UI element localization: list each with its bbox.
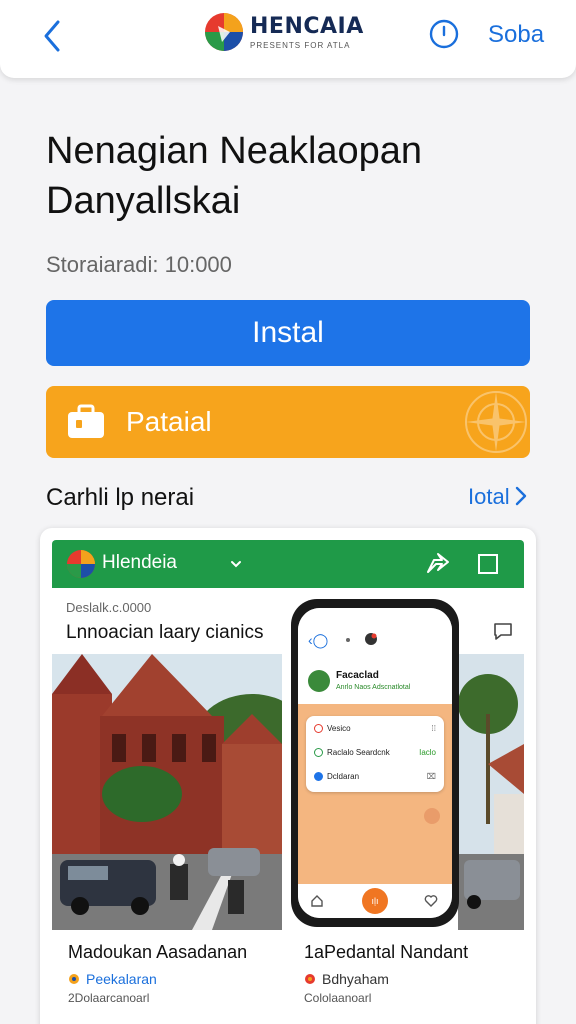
preview-title: Lnnoacian laary cianics <box>66 622 264 643</box>
badge-icon <box>69 974 79 984</box>
phone-profile: Facaclad Anrlo Naos Adscnatlotal <box>298 664 452 704</box>
install-button-label: Instal <box>252 316 324 349</box>
phone-float-icon[interactable] <box>424 808 440 824</box>
phone-menu-row[interactable]: Vesico ⁞⁞ <box>314 724 436 733</box>
chat-icon[interactable] <box>492 620 514 642</box>
power-icon[interactable] <box>428 18 460 50</box>
square-icon[interactable] <box>474 550 502 578</box>
top-app-bar: HENCAIA PRESENTS FOR ATLA Soba <box>0 0 576 78</box>
caption-badge: Peekalaran <box>86 971 157 987</box>
phone-rec-icon <box>365 633 377 645</box>
phone-mockup: ‹◯ Facaclad Anrlo Naos Adscnatlotal Vesi… <box>290 598 460 928</box>
phone-dot <box>346 638 350 642</box>
portal-button-label: Pataial <box>126 406 212 437</box>
preview-content: Deslalk.c.0000 Lnnoacian laary cianics ‹… <box>52 588 524 1024</box>
app-title: Nenagian Neaklaopan Danyallskai <box>46 130 423 222</box>
brand-tagline: PRESENTS FOR ATLA <box>250 40 351 50</box>
section-link[interactable]: Iotal <box>468 484 510 510</box>
caption-meta: Cololaanoarl <box>304 991 372 1005</box>
home-icon[interactable] <box>310 894 324 908</box>
briefcase-icon <box>68 404 104 438</box>
chevron-right-icon[interactable] <box>514 485 528 507</box>
phone-profile-name: Facaclad <box>336 670 379 681</box>
street-photo[interactable] <box>458 654 524 930</box>
caption-title: 1aPedantal Nandant <box>304 942 469 962</box>
temple-photo[interactable] <box>52 654 282 930</box>
preview-logo-icon <box>67 550 95 578</box>
phone-screen: ‹◯ Facaclad Anrlo Naos Adscnatlotal Vesi… <box>298 608 452 918</box>
back-chevron-icon[interactable] <box>38 16 72 56</box>
app-meta: Storaiaradi: 10:000 <box>46 252 232 277</box>
phone-menu: Vesico ⁞⁞ Raclalo Seardcnk Iaclo Dcldara… <box>306 716 444 792</box>
install-button[interactable]: Instal <box>46 300 530 366</box>
phone-menu-row[interactable]: Dcldaran ⌧ <box>314 772 436 781</box>
brand-logo: HENCAIA PRESENTS FOR ATLA <box>204 12 364 52</box>
brand-logo-mark-icon <box>205 13 243 51</box>
caption-meta: 2Dolaarcanoarl <box>68 991 150 1005</box>
heart-icon[interactable] <box>424 894 438 908</box>
header-link[interactable]: Soba <box>488 21 544 49</box>
badge-icon <box>305 974 315 984</box>
chevron-down-icon[interactable] <box>228 554 244 574</box>
phone-back-icon[interactable]: ‹◯ <box>308 632 328 648</box>
phone-menu-right: ⁞⁞ <box>431 724 436 733</box>
phone-menu-row[interactable]: Raclalo Seardcnk Iaclo <box>314 748 436 757</box>
menu-icon[interactable] <box>524 550 536 578</box>
phone-bottom-bar: ıļı <box>298 884 452 918</box>
phone-menu-right: Iaclo <box>419 748 436 757</box>
caption-card[interactable]: Madoukan Aasadanan Peekalaran 2Dolaarcan… <box>68 942 247 1005</box>
phone-menu-label: Dcldaran <box>327 772 360 781</box>
phone-menu-label: Raclalo Seardcnk <box>327 748 390 757</box>
phone-header: ‹◯ <box>298 608 452 664</box>
caption-title: Madoukan Aasadanan <box>68 942 248 962</box>
caption-card[interactable]: 1aPedantal Nandant Bdhyaham Cololaanoarl <box>304 942 468 1005</box>
preview-toolbar: Hlendeia <box>52 540 536 588</box>
phone-menu-label: Vesico <box>327 724 351 733</box>
preview-meta: Deslalk.c.0000 <box>66 600 152 615</box>
caption-badge: Bdhyaham <box>322 971 389 987</box>
section-title: Carhli lp nerai <box>46 484 195 511</box>
green-dot-icon <box>314 748 323 757</box>
phone-profile-sub: Anrlo Naos Adscnatlotal <box>336 684 411 691</box>
brand-name: HENCAIA <box>250 13 364 39</box>
ornament-icon <box>465 391 527 453</box>
preview-app-name: Hlendeia <box>102 552 177 573</box>
share-icon[interactable] <box>424 550 452 578</box>
avatar <box>308 670 330 692</box>
phone-menu-right: ⌧ <box>426 772 436 781</box>
phone-fab-button[interactable]: ıļı <box>362 888 388 914</box>
red-dot-icon <box>314 724 323 733</box>
preview-card[interactable]: Hlendeia Deslalk.c.0000 Lnnoacian laary … <box>40 528 536 1024</box>
blue-dot-icon <box>314 772 323 781</box>
portal-button[interactable]: Pataial <box>46 386 530 458</box>
